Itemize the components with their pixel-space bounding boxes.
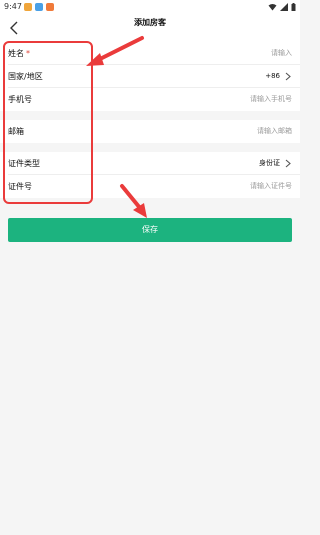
email-input[interactable]: 请输入邮箱 (257, 120, 292, 143)
battery-icon (291, 3, 296, 11)
id-number-input[interactable]: 请输入证件号 (250, 175, 292, 198)
app-icon (46, 3, 54, 11)
page-title: 添加房客 (134, 18, 166, 27)
name-input[interactable]: 请输入 (271, 42, 292, 65)
annotation-highlight-box (3, 41, 93, 204)
save-button[interactable]: 保存 (8, 218, 292, 242)
chat-icon (24, 3, 32, 11)
status-time: 9:47 (4, 2, 22, 11)
page-header: 添加房客 (0, 14, 300, 42)
signal-icon (280, 3, 288, 11)
notification-icons (24, 3, 54, 11)
wifi-icon (268, 4, 277, 11)
status-bar: 9:47 (0, 0, 300, 14)
country-code-value[interactable]: +86 (265, 65, 280, 88)
phone-input[interactable]: 请输入手机号 (250, 88, 292, 111)
chevron-right-icon[interactable] (284, 72, 292, 81)
id-type-value[interactable]: 身份证 (259, 152, 280, 175)
system-icons (268, 3, 296, 11)
message-icon (35, 3, 43, 11)
chevron-right-icon[interactable] (284, 159, 292, 168)
